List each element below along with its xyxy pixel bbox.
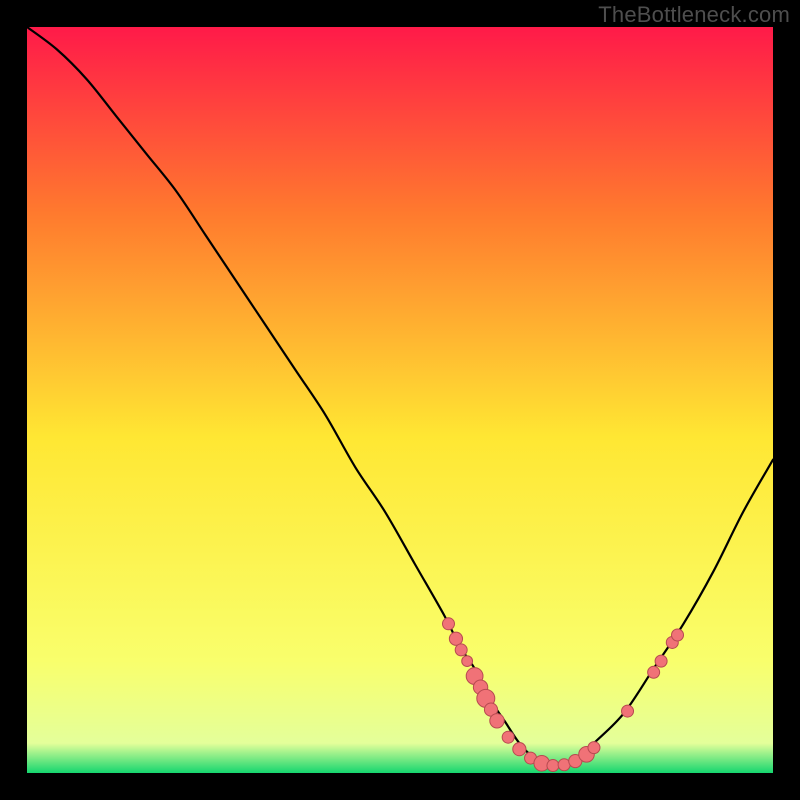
data-marker — [502, 731, 514, 743]
data-marker — [462, 656, 473, 667]
data-marker — [547, 760, 559, 772]
watermark-label: TheBottleneck.com — [598, 2, 790, 28]
data-marker — [449, 632, 462, 645]
chart-frame: TheBottleneck.com — [0, 0, 800, 800]
data-marker — [622, 705, 634, 717]
marker-group — [442, 618, 683, 772]
curve-layer — [27, 27, 773, 773]
data-marker — [588, 742, 600, 754]
data-marker — [648, 666, 660, 678]
plot-area — [27, 27, 773, 773]
data-marker — [490, 714, 504, 728]
data-marker — [672, 629, 684, 641]
data-marker — [455, 644, 467, 656]
data-marker — [513, 743, 526, 756]
data-marker — [442, 618, 454, 630]
data-marker — [655, 655, 667, 667]
